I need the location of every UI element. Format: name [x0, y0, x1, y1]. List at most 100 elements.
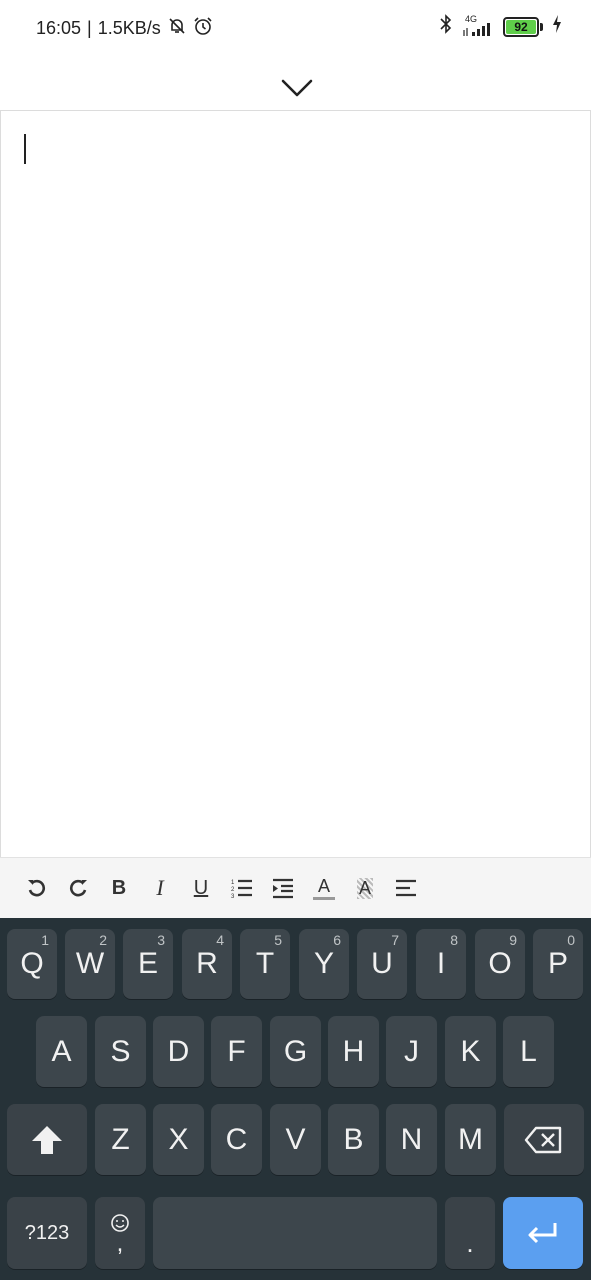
- svg-text:2: 2: [231, 887, 235, 893]
- key-z[interactable]: Z: [95, 1104, 146, 1175]
- key-label: L: [520, 1034, 537, 1068]
- alarm-icon: [193, 16, 213, 41]
- key-s[interactable]: S: [95, 1016, 146, 1087]
- key-y[interactable]: 6Y: [299, 929, 349, 999]
- status-time: 16:05: [36, 18, 82, 38]
- text-color-button[interactable]: A: [307, 870, 341, 906]
- key-a[interactable]: A: [36, 1016, 87, 1087]
- key-label: H: [342, 1034, 365, 1068]
- text-color-label: A: [317, 875, 330, 896]
- key-i[interactable]: 8I: [416, 929, 466, 999]
- undo-button[interactable]: [20, 870, 54, 906]
- key-r[interactable]: 4R: [182, 929, 232, 999]
- bell-off-icon: [167, 16, 187, 41]
- key-label: M: [458, 1122, 483, 1156]
- status-divider: |: [87, 18, 92, 38]
- key-label: ,: [116, 1230, 124, 1257]
- key-m[interactable]: M: [445, 1104, 496, 1175]
- key-label: D: [167, 1034, 190, 1068]
- key-label: Z: [111, 1122, 130, 1156]
- battery-level: 92: [514, 19, 528, 34]
- redo-button[interactable]: [61, 870, 95, 906]
- key-g[interactable]: G: [270, 1016, 321, 1087]
- undo-icon: [28, 879, 45, 897]
- status-left: 16:05 | 1.5KB/s: [36, 16, 213, 41]
- svg-text:1: 1: [231, 880, 235, 886]
- status-right: 4G 92: [439, 14, 563, 39]
- key-label: O: [488, 947, 512, 980]
- enter-key[interactable]: [503, 1197, 583, 1269]
- charging-icon: [551, 14, 563, 39]
- key-label: X: [168, 1122, 189, 1156]
- collapse-button[interactable]: [275, 70, 319, 106]
- key-d[interactable]: D: [153, 1016, 204, 1087]
- highlight-button[interactable]: A: [348, 870, 382, 906]
- key-h[interactable]: H: [328, 1016, 379, 1087]
- text-color-bar: [313, 896, 335, 900]
- key-p[interactable]: 0P: [533, 929, 583, 999]
- backspace-key[interactable]: [504, 1104, 584, 1175]
- key-label: Q: [20, 947, 44, 980]
- key-t[interactable]: 5T: [240, 929, 290, 999]
- key-label: G: [283, 1034, 308, 1068]
- key-o[interactable]: 9O: [475, 929, 525, 999]
- key-label: Y: [313, 947, 334, 980]
- key-k[interactable]: K: [445, 1016, 496, 1087]
- key-hint: 2: [99, 932, 107, 948]
- underline-button[interactable]: U: [184, 870, 218, 906]
- numbered-list-icon: 123: [231, 879, 252, 899]
- key-label: T: [255, 947, 275, 980]
- key-label: E: [137, 947, 158, 980]
- numbered-list-button[interactable]: 123: [225, 870, 259, 906]
- key-hint: 9: [509, 932, 517, 948]
- key-f[interactable]: F: [211, 1016, 262, 1087]
- key-n[interactable]: N: [386, 1104, 437, 1175]
- chevron-down-icon: [281, 79, 313, 97]
- svg-text:3: 3: [231, 894, 235, 899]
- key-l[interactable]: L: [503, 1016, 554, 1087]
- key-x[interactable]: X: [153, 1104, 204, 1175]
- italic-button[interactable]: I: [143, 870, 177, 906]
- key-hint: 8: [450, 932, 458, 948]
- key-label: U: [371, 947, 393, 980]
- format-toolbar: B I U 123 A A: [0, 857, 591, 918]
- key-label: R: [196, 947, 218, 980]
- key-label: F: [227, 1034, 246, 1068]
- indent-icon: [273, 878, 293, 899]
- key-label: A: [51, 1034, 72, 1068]
- align-button[interactable]: [389, 870, 423, 906]
- key-label: S: [110, 1034, 131, 1068]
- key-v[interactable]: V: [270, 1104, 321, 1175]
- text-cursor: [24, 134, 26, 164]
- key-hint: 7: [391, 932, 399, 948]
- key-b[interactable]: B: [328, 1104, 379, 1175]
- bold-button[interactable]: B: [102, 870, 136, 906]
- key-label: C: [225, 1122, 248, 1156]
- highlight-label: A: [356, 877, 373, 899]
- key-label: B: [343, 1122, 364, 1156]
- key-hint: 1: [41, 932, 49, 948]
- key-q[interactable]: 1Q: [7, 929, 57, 999]
- status-net-speed: 1.5KB/s: [97, 18, 161, 38]
- symbols-key[interactable]: ?123: [7, 1197, 87, 1269]
- key-label: I: [436, 947, 446, 980]
- key-c[interactable]: C: [211, 1104, 262, 1175]
- period-key[interactable]: .: [445, 1197, 495, 1269]
- key-label: .: [466, 1227, 474, 1258]
- key-j[interactable]: J: [386, 1016, 437, 1087]
- key-hint: 5: [274, 932, 282, 948]
- battery-icon: 92: [503, 16, 543, 37]
- comma-key[interactable]: ,: [95, 1197, 145, 1269]
- key-hint: 6: [333, 932, 341, 948]
- shift-key[interactable]: [7, 1104, 87, 1175]
- key-label: V: [285, 1122, 306, 1156]
- spacebar[interactable]: [153, 1197, 437, 1269]
- key-hint: 0: [567, 932, 575, 948]
- key-hint: 3: [157, 932, 165, 948]
- indent-button[interactable]: [266, 870, 300, 906]
- key-e[interactable]: 3E: [123, 929, 173, 999]
- key-w[interactable]: 2W: [65, 929, 115, 999]
- shift-icon: [32, 1125, 62, 1154]
- key-u[interactable]: 7U: [357, 929, 407, 999]
- text-editor[interactable]: [0, 110, 591, 858]
